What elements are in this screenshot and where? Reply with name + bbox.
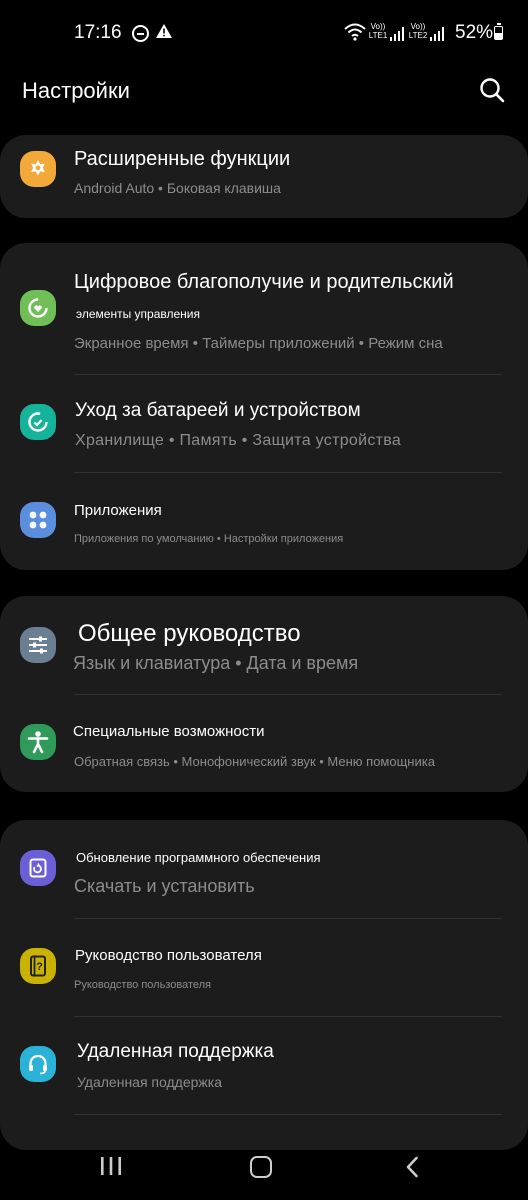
- app-bar: Настройки: [0, 70, 528, 110]
- home-icon[interactable]: [250, 1156, 272, 1178]
- item-subtitle: Язык и клавиатура • Дата и время: [73, 653, 359, 673]
- advanced-features-icon: [20, 151, 56, 187]
- warning-icon: [156, 24, 172, 38]
- sim2-signal: Vo)) LTE2: [408, 22, 454, 44]
- item-title: Обновление программного обеспечения: [76, 850, 321, 865]
- sim1-label: Vo)) LTE1: [368, 22, 388, 40]
- item-subtitle: Руководство пользователя: [74, 979, 211, 991]
- settings-item-digital-wellbeing[interactable]: Цифровое благополучие и родительский эле…: [0, 243, 528, 374]
- item-subtitle: Обратная связь • Монофонический звук • М…: [74, 754, 435, 769]
- settings-group-1: Расширенные функции Android Auto • Боков…: [0, 135, 528, 218]
- item-subtitle: Скачать и установить: [74, 876, 255, 896]
- apps-icon: [20, 502, 56, 538]
- remote-support-icon: [20, 1046, 56, 1082]
- settings-item-device-care[interactable]: Уход за батареей и устройством Хранилище…: [0, 374, 528, 472]
- digital-wellbeing-icon: [20, 290, 56, 326]
- item-subtitle: Удаленная поддержка: [77, 1074, 222, 1090]
- settings-item-remote-support[interactable]: Удаленная поддержка Удаленная поддержка: [0, 1016, 528, 1114]
- general-management-icon: [20, 627, 56, 663]
- back-icon[interactable]: [405, 1156, 419, 1178]
- item-title: Руководство пользователя: [75, 947, 262, 964]
- software-update-icon: [20, 850, 56, 886]
- item-title: Цифровое благополучие и родительский: [74, 271, 454, 293]
- signal-bars-icon: [390, 27, 404, 41]
- item-title: Приложения: [74, 502, 162, 519]
- settings-item-software-update[interactable]: Обновление программного обеспечения Скач…: [0, 820, 528, 918]
- battery-icon: [494, 23, 503, 40]
- item-title: Расширенные функции: [74, 148, 291, 170]
- navigation-bar: [0, 1130, 528, 1200]
- sim2-label: Vo)) LTE2: [408, 22, 428, 40]
- settings-item-apps[interactable]: Приложения Приложения по умолчанию • Нас…: [0, 472, 528, 570]
- signal-bars-icon: [430, 27, 444, 41]
- divider: [74, 1114, 502, 1115]
- item-subtitle: Приложения по умолчанию • Настройки прил…: [74, 533, 344, 545]
- device-care-icon: [20, 404, 56, 440]
- wifi-icon: [344, 23, 366, 41]
- svg-text:?: ?: [36, 961, 43, 973]
- item-subtitle: Android Auto • Боковая клавиша: [74, 180, 281, 196]
- settings-item-advanced-features[interactable]: Расширенные функции Android Auto • Боков…: [0, 135, 528, 218]
- page-title: Настройки: [22, 78, 130, 103]
- recents-icon[interactable]: [100, 1157, 122, 1175]
- settings-item-general-management[interactable]: Общее руководство Язык и клавиатура • Да…: [0, 596, 528, 694]
- settings-item-accessibility[interactable]: Специальные возможности Обратная связь •…: [0, 694, 528, 792]
- battery-percent: 52%: [455, 22, 494, 43]
- item-title: Уход за батареей и устройством: [75, 400, 361, 421]
- accessibility-icon: [20, 724, 56, 760]
- item-title: Специальные возможности: [73, 723, 265, 740]
- settings-group-4: Обновление программного обеспечения Скач…: [0, 820, 528, 1150]
- item-title: Удаленная поддержка: [77, 1041, 274, 1062]
- search-icon[interactable]: [478, 76, 506, 104]
- status-bar: 17:16 Vo)) LTE1 Vo)) LTE2 52%: [0, 0, 528, 66]
- user-manual-icon: ?: [20, 948, 56, 984]
- status-time: 17:16: [74, 22, 122, 43]
- item-subtitle: Хранилище • Память • Защита устройства: [75, 432, 402, 449]
- settings-item-user-manual[interactable]: ? Руководство пользователя Руководство п…: [0, 918, 528, 1016]
- item-title-continued: элементы управления: [76, 307, 200, 321]
- item-subtitle: Экранное время • Таймеры приложений • Ре…: [74, 335, 443, 352]
- settings-group-2: Цифровое благополучие и родительский эле…: [0, 243, 528, 570]
- item-title: Общее руководство: [78, 620, 301, 647]
- settings-group-3: Общее руководство Язык и клавиатура • Да…: [0, 596, 528, 792]
- do-not-disturb-icon: [132, 25, 149, 42]
